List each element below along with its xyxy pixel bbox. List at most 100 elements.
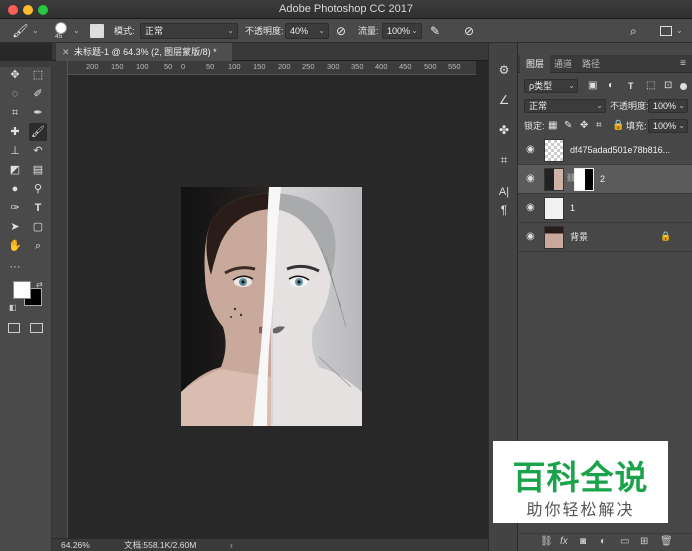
lock-pixels-icon[interactable]: ✎ (564, 116, 572, 136)
quick-mask-icon[interactable] (8, 323, 20, 333)
brush-panel-toggle-icon[interactable] (90, 24, 104, 38)
layer-mask-thumbnail[interactable] (574, 168, 594, 191)
tab-layers[interactable]: 图层 (520, 55, 551, 73)
eyedropper-tool-icon[interactable]: ✒ (29, 104, 47, 122)
delete-layer-icon[interactable]: 🗑 (660, 536, 673, 547)
close-window-button[interactable] (8, 5, 18, 15)
blend-mode-select[interactable]: 正常 ⌄ (524, 99, 606, 113)
brush-tool-icon[interactable]: 🖌 (29, 123, 47, 141)
status-menu-arrow-icon[interactable]: › (230, 539, 233, 551)
zoom-window-button[interactable] (38, 5, 48, 15)
tab-channels[interactable]: 通道 (548, 55, 578, 73)
layer-opacity-label: 不透明度: (610, 101, 649, 111)
brush-tool-preset-icon[interactable]: 🖌 (12, 23, 29, 39)
new-layer-icon[interactable]: ⊞ (640, 536, 648, 547)
zoom-level[interactable]: 64.26% (61, 539, 90, 551)
rectangle-tool-icon[interactable]: ▢ (29, 218, 47, 236)
gradient-tool-icon[interactable]: ▤ (29, 161, 47, 179)
properties-panel-icon[interactable]: ⚙ (495, 61, 513, 79)
document-tab[interactable]: ✕ 未标题-1 @ 64.3% (2, 图层蒙版/8) * (56, 43, 232, 61)
layer-filter-select[interactable]: ρ类型 ⌄ (524, 79, 578, 93)
lock-all-icon[interactable]: 🔒 (612, 116, 624, 136)
adjustment-layer-icon[interactable]: ◐ (600, 536, 606, 547)
adjustments-panel-icon[interactable]: ∠ (495, 91, 513, 109)
filter-pixel-icon[interactable]: ▣ (588, 76, 597, 96)
lasso-tool-icon[interactable]: ◌ (6, 85, 24, 103)
new-group-icon[interactable]: ▭ (620, 536, 629, 547)
document-canvas-image[interactable] (181, 187, 362, 426)
zoom-tool-icon[interactable]: ⌕ (29, 237, 47, 255)
add-mask-icon[interactable]: ◙ (580, 536, 586, 547)
chevron-down-icon[interactable]: ⌄ (73, 23, 80, 39)
hand-tool-icon[interactable]: ✋ (6, 237, 24, 255)
eraser-tool-icon[interactable]: ◩ (6, 161, 24, 179)
minimize-window-button[interactable] (23, 5, 33, 15)
opacity-value: 40% (290, 26, 309, 36)
title-bar: Adobe Photoshop CC 2017 (0, 0, 692, 19)
crop-panel-icon[interactable]: ⌗ (495, 151, 513, 169)
clone-stamp-tool-icon[interactable]: ⊥ (6, 142, 24, 160)
more-tools-icon[interactable]: ··· (6, 258, 24, 276)
flow-input[interactable]: 100% ⌄ (382, 23, 422, 39)
mode-select[interactable]: 正常 ⌄ (140, 23, 238, 39)
watermark-title: 百科全说 (512, 458, 649, 497)
link-layers-icon[interactable]: ⛓ (540, 536, 553, 547)
healing-brush-tool-icon[interactable]: ✚ (6, 123, 24, 141)
history-brush-tool-icon[interactable]: ↶ (29, 142, 47, 160)
quick-select-tool-icon[interactable]: ✐ (29, 85, 47, 103)
fill-label: 填充: (626, 121, 647, 131)
fill-input[interactable]: 100% ⌄ (648, 119, 688, 133)
filter-adjustment-icon[interactable]: ◐ (608, 76, 614, 96)
pressure-size-icon[interactable]: ⊘ (464, 23, 474, 39)
layer-row[interactable]: ◉ ⛓ 2 (518, 165, 692, 194)
close-tab-icon[interactable]: ✕ (62, 43, 70, 61)
flow-value: 100% (387, 26, 411, 36)
default-colors-icon[interactable]: ◧ (9, 303, 17, 312)
path-selection-tool-icon[interactable]: ➤ (6, 218, 24, 236)
brush-picker[interactable]: 45 (52, 21, 70, 40)
swap-colors-icon[interactable]: ⇄ (36, 280, 43, 289)
pressure-opacity-icon[interactable]: ⊘ (336, 23, 346, 39)
foreground-color-swatch[interactable] (13, 281, 31, 299)
eye-icon[interactable]: ◉ (526, 144, 535, 155)
type-tool-icon[interactable]: T (29, 199, 47, 217)
chevron-down-icon[interactable]: ⌄ (676, 23, 683, 39)
airbrush-icon[interactable]: ✎ (430, 23, 440, 39)
tab-paths[interactable]: 路径 (576, 55, 606, 73)
filter-smart-object-icon[interactable]: ⊡ (664, 76, 672, 96)
eye-icon[interactable]: ◉ (526, 173, 535, 184)
search-icon[interactable]: ⌕ (630, 23, 637, 39)
filter-shape-icon[interactable]: ⬚ (646, 76, 655, 96)
move-tool-icon[interactable]: ✥ (6, 66, 24, 84)
opacity-input[interactable]: 40% ⌄ (285, 23, 329, 39)
screen-mode-icon[interactable] (30, 323, 43, 333)
chevron-down-icon: ⌄ (411, 26, 418, 35)
eye-icon[interactable]: ◉ (526, 231, 535, 242)
libraries-panel-icon[interactable]: ✤ (495, 121, 513, 139)
filter-toggle-icon[interactable] (680, 83, 687, 90)
panel-menu-icon[interactable]: ≡ (680, 55, 686, 73)
layer-style-icon[interactable]: fx (560, 536, 568, 547)
lock-transparency-icon[interactable]: ▦ (548, 116, 557, 136)
dodge-tool-icon[interactable]: ⚲ (29, 180, 47, 198)
filter-type-icon[interactable]: T (628, 76, 634, 96)
ruler-tick: 150 (111, 62, 124, 71)
layer-row[interactable]: ◉ df475adad501e78b816... (518, 136, 692, 165)
layer-row[interactable]: ◉ 1 (518, 194, 692, 223)
layer-row[interactable]: ◉ 背景 🔒 (518, 223, 692, 252)
layer-opacity-input[interactable]: 100% ⌄ (648, 99, 688, 113)
crop-tool-icon[interactable]: ⌗ (6, 104, 24, 122)
paragraph-panel-icon[interactable]: ¶ (495, 201, 513, 219)
workspace-icon[interactable] (660, 26, 672, 36)
chevron-down-icon[interactable]: ⌄ (32, 23, 39, 39)
lock-artboard-icon[interactable]: ⌗ (596, 116, 602, 136)
eye-icon[interactable]: ◉ (526, 202, 535, 213)
lock-position-icon[interactable]: ✥ (580, 116, 588, 136)
pen-tool-icon[interactable]: ✑ (6, 199, 24, 217)
blur-tool-icon[interactable]: ● (6, 180, 24, 198)
character-panel-icon[interactable]: A| (495, 183, 513, 201)
layer-thumbnail (544, 139, 564, 162)
ruler-tick: 250 (302, 62, 315, 71)
layer-name: 2 (600, 174, 606, 184)
marquee-tool-icon[interactable]: ⬚ (29, 66, 47, 84)
